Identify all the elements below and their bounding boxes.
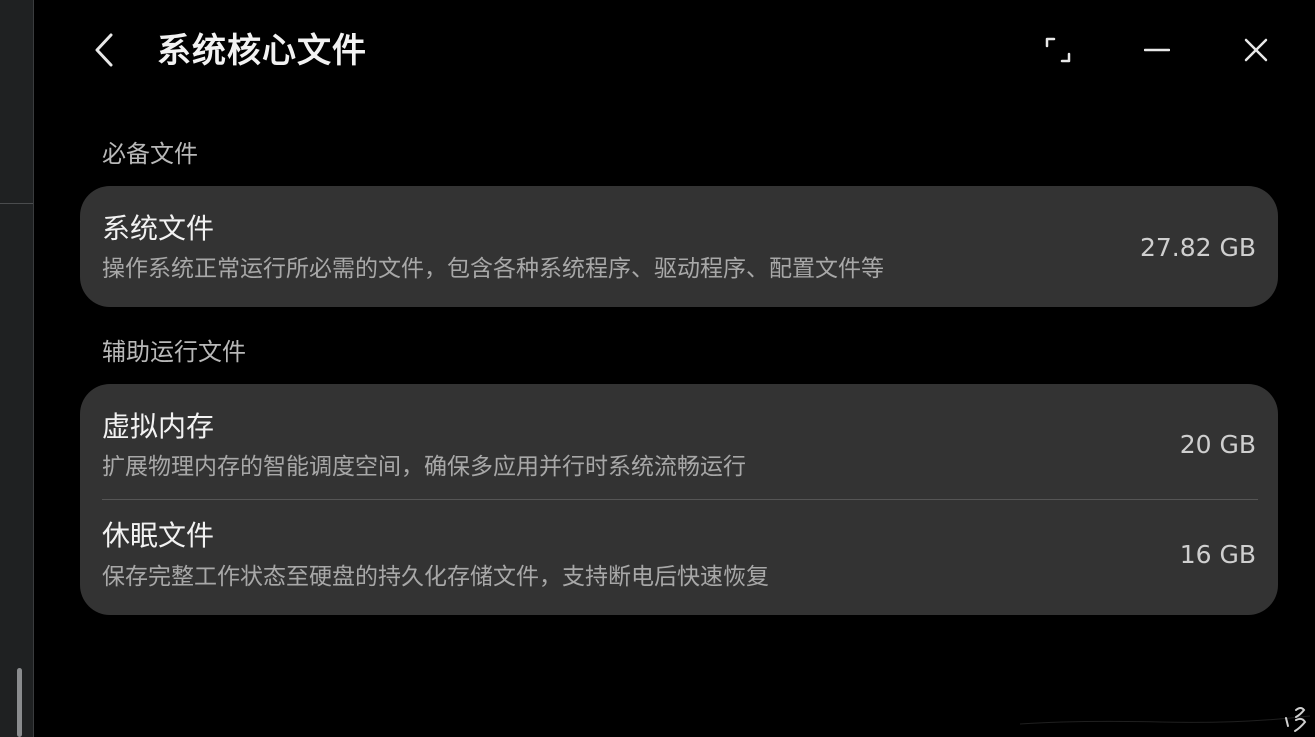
item-description: 操作系统正常运行所必需的文件，包含各种系统程序、驱动程序、配置文件等 (102, 256, 884, 282)
essential-files-card: 系统文件 操作系统正常运行所必需的文件，包含各种系统程序、驱动程序、配置文件等 … (80, 186, 1278, 307)
watermark-icon (1020, 707, 1311, 732)
section-label-essential: 必备文件 (102, 140, 198, 168)
minimize-button[interactable] (1135, 28, 1179, 72)
list-item-hibernation-file[interactable]: 休眠文件 保存完整工作状态至硬盘的持久化存储文件，支持断电后快速恢复 16 GB (80, 500, 1278, 615)
back-button[interactable] (84, 28, 124, 72)
item-description: 保存完整工作状态至硬盘的持久化存储文件，支持断电后快速恢复 (102, 564, 769, 590)
item-title: 虚拟内存 (102, 410, 215, 443)
background-divider (0, 203, 33, 204)
header-bar: 系统核心文件 (34, 0, 1315, 104)
close-button[interactable] (1234, 28, 1278, 72)
item-size: 16 GB (1179, 540, 1256, 569)
minus-icon (1144, 48, 1170, 52)
background-window-strip (0, 0, 34, 737)
item-title: 休眠文件 (102, 519, 215, 552)
close-icon (1244, 38, 1268, 62)
list-item-virtual-memory[interactable]: 虚拟内存 扩展物理内存的智能调度空间，确保多应用并行时系统流畅运行 20 GB (80, 384, 1278, 499)
list-item-system-files[interactable]: 系统文件 操作系统正常运行所必需的文件，包含各种系统程序、驱动程序、配置文件等 … (80, 186, 1278, 307)
maximize-button[interactable] (1036, 28, 1080, 72)
auxiliary-files-card: 虚拟内存 扩展物理内存的智能调度空间，确保多应用并行时系统流畅运行 20 GB … (80, 384, 1278, 615)
scrollbar-thumb[interactable] (17, 668, 22, 737)
item-size: 27.82 GB (1139, 233, 1256, 262)
item-description: 扩展物理内存的智能调度空间，确保多应用并行时系统流畅运行 (102, 454, 746, 480)
item-size: 20 GB (1179, 430, 1256, 459)
app-window: 系统核心文件 必备文件 系统文件 操作系统正常运行所必需的文件，包含各种系统程序… (0, 0, 1315, 737)
chevron-left-icon (95, 33, 113, 67)
section-label-auxiliary: 辅助运行文件 (102, 338, 246, 366)
item-title: 系统文件 (102, 212, 215, 245)
maximize-corners-icon (1045, 37, 1071, 63)
page-title: 系统核心文件 (157, 31, 367, 71)
